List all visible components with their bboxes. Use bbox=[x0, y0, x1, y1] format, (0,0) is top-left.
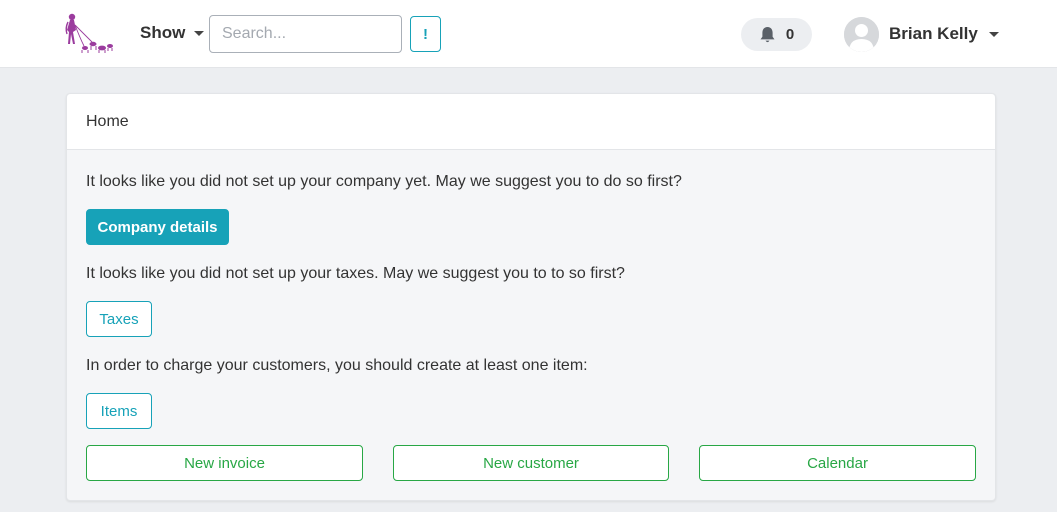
card-header: Home bbox=[67, 94, 995, 150]
user-name: Brian Kelly bbox=[889, 24, 978, 43]
avatar bbox=[844, 16, 879, 52]
search-input[interactable] bbox=[209, 15, 402, 53]
new-customer-button[interactable]: New customer bbox=[393, 445, 669, 481]
new-customer-label: New customer bbox=[483, 454, 579, 472]
caret-down-icon bbox=[988, 31, 999, 37]
show-dropdown[interactable]: Show bbox=[140, 22, 205, 44]
show-label: Show bbox=[140, 23, 186, 42]
top-navbar: Show ! 0 Brian Kelly bbox=[0, 0, 1057, 68]
items-label: Items bbox=[100, 402, 138, 420]
user-menu[interactable]: Brian Kelly bbox=[844, 16, 999, 52]
page-title: Home bbox=[86, 112, 129, 130]
search-submit-label: ! bbox=[423, 25, 428, 43]
items-button[interactable]: Items bbox=[86, 393, 152, 429]
new-invoice-label: New invoice bbox=[184, 454, 265, 472]
bell-icon bbox=[760, 26, 775, 42]
company-details-button[interactable]: Company details bbox=[86, 209, 229, 245]
new-invoice-button[interactable]: New invoice bbox=[86, 445, 363, 481]
caret-down-icon bbox=[194, 30, 205, 36]
calendar-label: Calendar bbox=[807, 454, 868, 472]
taxes-label: Taxes bbox=[99, 310, 139, 328]
company-details-label: Company details bbox=[97, 218, 218, 236]
calendar-button[interactable]: Calendar bbox=[699, 445, 976, 481]
search-submit-button[interactable]: ! bbox=[410, 16, 441, 52]
logo-icon[interactable] bbox=[62, 12, 116, 56]
taxes-setup-message: It looks like you did not set up your ta… bbox=[86, 265, 625, 282]
notifications-count: 0 bbox=[785, 26, 795, 43]
items-setup-message: In order to charge your customers, you s… bbox=[86, 357, 588, 374]
company-setup-message: It looks like you did not set up your co… bbox=[86, 173, 682, 190]
taxes-button[interactable]: Taxes bbox=[86, 301, 152, 337]
notifications-button[interactable]: 0 bbox=[741, 18, 812, 51]
avatar-icon bbox=[844, 16, 879, 52]
home-card: Home It looks like you did not set up yo… bbox=[66, 93, 996, 501]
